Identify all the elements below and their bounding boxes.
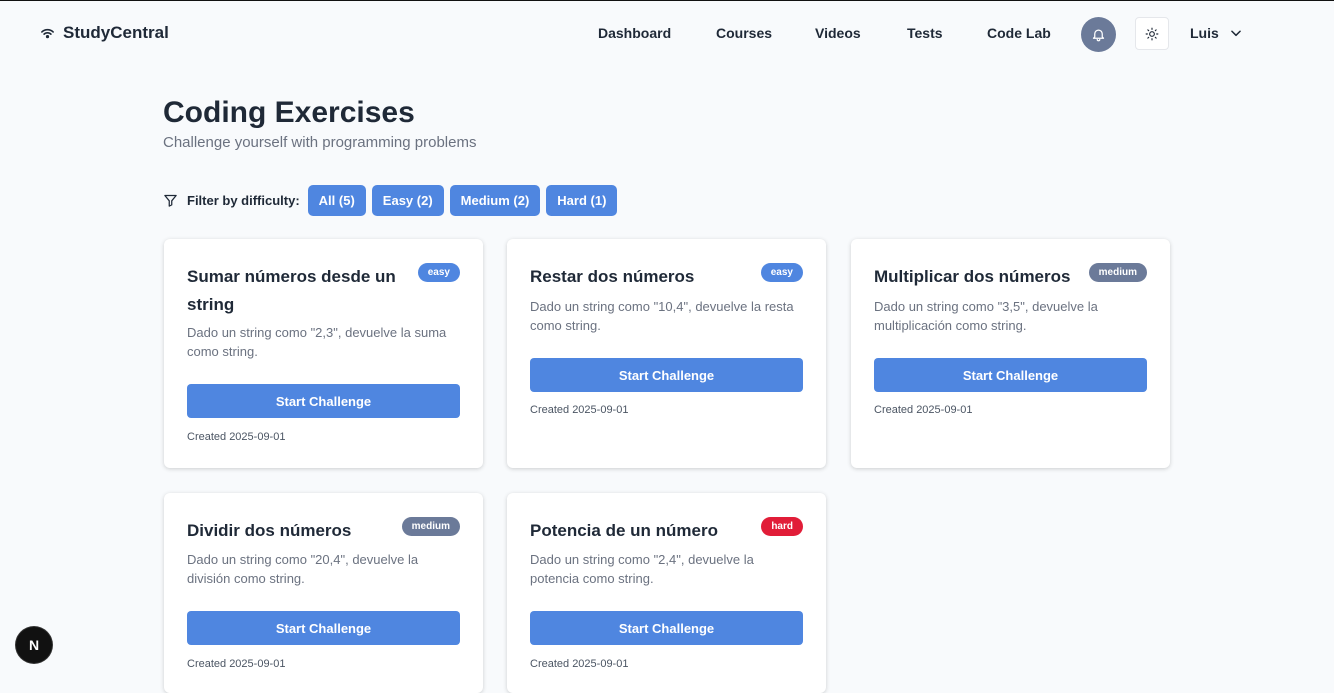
exercise-card: Potencia de un número hard Dado un strin… <box>507 493 826 693</box>
nav-link-tests[interactable]: Tests <box>907 25 943 41</box>
created-date: Created 2025-09-01 <box>187 431 286 443</box>
exercise-card: Multiplicar dos números medium Dado un s… <box>851 239 1170 468</box>
exercise-title: Sumar números desde un string <box>187 267 396 314</box>
nav-link-code-lab[interactable]: Code Lab <box>987 25 1051 41</box>
notifications-button[interactable] <box>1081 17 1116 52</box>
theme-toggle-button[interactable] <box>1135 17 1169 50</box>
chevron-down-icon <box>1230 30 1241 37</box>
created-date: Created 2025-09-01 <box>530 658 629 670</box>
filter-all-button[interactable]: All (5) <box>307 185 366 216</box>
nav-link-dashboard[interactable]: Dashboard <box>598 25 671 41</box>
exercise-title: Potencia de un número <box>530 521 718 540</box>
nav-link-videos[interactable]: Videos <box>815 25 861 41</box>
start-challenge-button[interactable]: Start Challenge <box>874 358 1147 392</box>
n-logo-icon: N <box>28 637 40 653</box>
exercise-card: Restar dos números easy Dado un string c… <box>507 239 826 468</box>
filter-easy-button[interactable]: Easy (2) <box>371 185 444 216</box>
exercise-description: Dado un string como "2,3", devuelve la s… <box>187 325 447 359</box>
start-challenge-button[interactable]: Start Challenge <box>187 611 460 645</box>
filter-hard-button[interactable]: Hard (1) <box>546 185 618 216</box>
exercise-description: Dado un string como "2,4", devuelve la p… <box>530 552 754 586</box>
difficulty-badge: easy <box>760 263 803 282</box>
brand-logo[interactable]: StudyCentral <box>40 23 169 43</box>
sun-icon <box>1145 27 1159 40</box>
exercise-description: Dado un string como "20,4", devuelve la … <box>187 552 419 586</box>
dev-tools-button[interactable]: N <box>16 627 52 663</box>
difficulty-filter: Filter by difficulty: All (5) Easy (2) M… <box>163 185 623 216</box>
filter-label: Filter by difficulty: <box>187 193 300 208</box>
start-challenge-button[interactable]: Start Challenge <box>187 384 460 418</box>
top-navbar: StudyCentral Dashboard Courses Videos Te… <box>0 1 1334 67</box>
filter-medium-button[interactable]: Medium (2) <box>449 185 541 216</box>
difficulty-badge: medium <box>1088 263 1147 282</box>
bell-icon <box>1092 29 1105 42</box>
exercise-description: Dado un string como "10,4", devuelve la … <box>530 299 794 333</box>
difficulty-badge: hard <box>761 517 803 536</box>
exercise-title: Dividir dos números <box>187 521 352 540</box>
difficulty-badge: medium <box>401 517 460 536</box>
exercise-description: Dado un string como "3,5", devuelve la m… <box>874 299 1098 333</box>
created-date: Created 2025-09-01 <box>187 658 286 670</box>
start-challenge-button[interactable]: Start Challenge <box>530 611 803 645</box>
page-title: Coding Exercises <box>163 96 415 129</box>
difficulty-badge: easy <box>417 263 460 282</box>
exercise-card: Sumar números desde un string easy Dado … <box>164 239 483 468</box>
user-menu[interactable]: Luis <box>1190 25 1243 41</box>
page-subtitle: Challenge yourself with programming prob… <box>163 134 477 151</box>
brand-name: StudyCentral <box>63 23 169 42</box>
exercise-card: Dividir dos números medium Dado un strin… <box>164 493 483 693</box>
created-date: Created 2025-09-01 <box>874 404 973 416</box>
start-challenge-button[interactable]: Start Challenge <box>530 358 803 392</box>
wifi-icon <box>41 28 54 38</box>
filter-icon <box>164 194 177 207</box>
user-name: Luis <box>1190 25 1219 41</box>
exercise-title: Restar dos números <box>530 267 695 286</box>
exercise-title: Multiplicar dos números <box>874 267 1071 286</box>
created-date: Created 2025-09-01 <box>530 404 629 416</box>
nav-link-courses[interactable]: Courses <box>716 25 772 41</box>
